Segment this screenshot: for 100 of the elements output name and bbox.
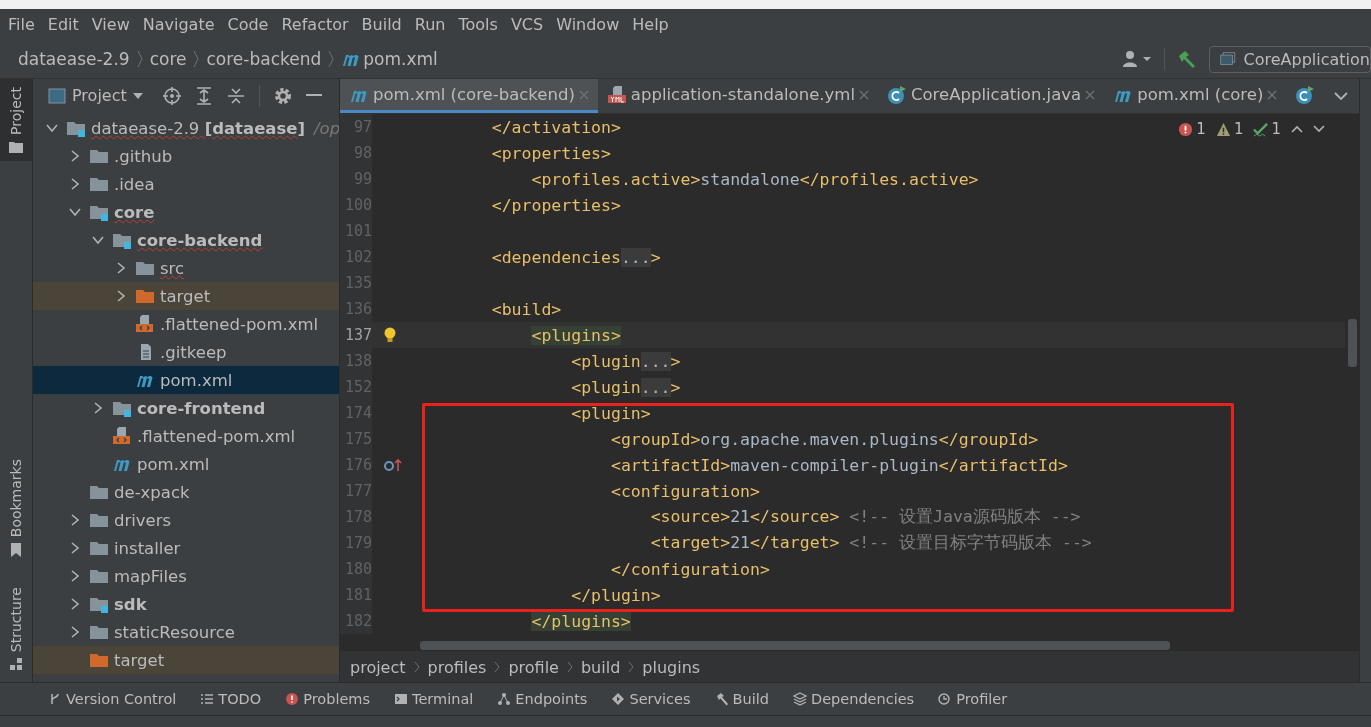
tree-item[interactable]: sdk — [33, 590, 339, 618]
window-icon — [1220, 50, 1236, 68]
tree-item[interactable]: .gitkeep — [33, 338, 339, 366]
editor-tab[interactable]: pom.xml (core-backend) — [340, 79, 598, 113]
folder-icon — [89, 175, 109, 193]
nav-crumb[interactable]: pom.xml — [341, 49, 438, 69]
tool-window-button[interactable]: Terminal — [394, 691, 474, 707]
folder-icon — [89, 567, 109, 585]
menu-item[interactable]: Refactor — [281, 15, 349, 34]
xml-file-icon — [135, 315, 155, 333]
tree-item[interactable]: .idea — [33, 170, 339, 198]
menu-item[interactable]: Code — [227, 15, 269, 34]
tool-window-button[interactable]: Build — [714, 691, 769, 707]
tree-item[interactable]: pom.xml — [33, 450, 339, 478]
tree-item[interactable]: .flattened-pom.xml — [33, 310, 339, 338]
tree-item[interactable]: target — [33, 646, 339, 674]
tree-item[interactable]: .github — [33, 142, 339, 170]
collapse-all-icon[interactable] — [226, 86, 245, 105]
expand-all-icon[interactable] — [194, 86, 213, 105]
user-dropdown-icon[interactable] — [1122, 50, 1152, 68]
side-tab[interactable]: Structure — [0, 578, 32, 678]
module-folder-icon — [89, 595, 109, 613]
tree-item[interactable]: drivers — [33, 506, 339, 534]
run-configuration-name[interactable]: CoreApplication — [1243, 49, 1370, 69]
code-line: </plugin> — [570, 585, 661, 605]
project-view-selector[interactable]: Project — [48, 86, 143, 105]
inspection-counter[interactable]: 1 — [1253, 120, 1281, 138]
chevron-icon — [628, 661, 635, 673]
nav-crumb[interactable]: dataease-2.9 — [18, 49, 130, 69]
chevron-icon — [136, 49, 143, 69]
tree-item[interactable]: pom.xml — [33, 366, 339, 394]
nav-crumb[interactable]: core-backend — [206, 49, 322, 69]
breadcrumb-item[interactable]: build — [580, 657, 621, 677]
menu-item[interactable]: Tools — [458, 15, 498, 34]
class-icon — [887, 85, 907, 104]
tool-window-button[interactable]: Version Control — [48, 691, 177, 707]
menu-item[interactable]: File — [8, 15, 35, 34]
override-marker-icon[interactable] — [384, 458, 402, 472]
tree-item[interactable]: core-backend — [33, 226, 339, 254]
endpoints-icon — [497, 692, 512, 706]
hammer-icon[interactable] — [1177, 49, 1197, 69]
folder-icon — [9, 140, 23, 153]
services-icon — [611, 692, 626, 706]
tree-item[interactable]: de-xpack — [33, 478, 339, 506]
module-folder-icon — [89, 203, 109, 221]
lightbulb-icon[interactable] — [384, 327, 396, 343]
tool-window-button[interactable]: Problems — [285, 691, 371, 707]
tool-window-button[interactable]: Services — [611, 691, 691, 707]
tree-item[interactable]: mapFiles — [33, 562, 339, 590]
breadcrumb-item[interactable]: profiles — [427, 657, 487, 677]
editor-tab[interactable]: application-standalone.yml — [597, 79, 878, 113]
class-icon — [1295, 85, 1316, 104]
tree-item[interactable]: dataease-2.9 [dataease] /op — [33, 114, 339, 142]
menu-item[interactable]: Navigate — [142, 15, 215, 34]
xml-file-icon — [112, 427, 132, 445]
tool-window-button[interactable]: Endpoints — [497, 691, 588, 707]
chevron-icon — [566, 661, 573, 673]
tool-window-button[interactable]: TODO — [200, 691, 262, 707]
path-hint: /op — [314, 118, 339, 138]
menu-item[interactable]: Build — [361, 15, 402, 34]
settings-icon[interactable] — [273, 86, 292, 105]
menu-item[interactable]: Run — [414, 15, 446, 34]
breadcrumb-item[interactable]: project — [350, 657, 406, 677]
folder-icon — [135, 259, 155, 277]
menu-item[interactable]: Window — [556, 15, 620, 34]
menu-item[interactable]: View — [91, 15, 130, 34]
tree-item[interactable]: installer — [33, 534, 339, 562]
module-folder-icon — [112, 231, 132, 249]
editor-tab[interactable]: pom.xml (core) — [1104, 79, 1287, 113]
editor-tab[interactable]: CoreApplication.java — [878, 79, 1105, 113]
folder-icon — [89, 623, 109, 641]
inspection-counter[interactable]: 1 — [1178, 120, 1206, 138]
tree-item[interactable]: staticResource — [33, 618, 339, 646]
breadcrumb-item[interactable]: profile — [508, 657, 559, 677]
locate-icon[interactable] — [162, 86, 181, 105]
menu-item[interactable]: VCS — [510, 15, 544, 34]
inspection-counter[interactable]: 1 — [1215, 120, 1244, 138]
scrollbar-thumb[interactable] — [1348, 319, 1357, 367]
next-icon[interactable] — [1313, 125, 1325, 133]
run-configuration-selector[interactable]: CoreApplication — [1209, 45, 1371, 73]
code-line: </properties> — [490, 195, 621, 215]
tool-window-button[interactable]: Profiler — [938, 691, 1008, 707]
previous-icon[interactable] — [1291, 125, 1303, 133]
code-line: <properties> — [490, 143, 611, 163]
breadcrumb-item[interactable]: plugins — [642, 657, 701, 677]
typo-icon — [1253, 121, 1269, 137]
nav-crumb[interactable]: core — [149, 49, 187, 69]
tree-item[interactable]: src — [33, 254, 339, 282]
chevron-down-icon[interactable] — [1334, 92, 1349, 100]
tree-item[interactable]: target — [33, 282, 339, 310]
side-tab[interactable]: Bookmarks — [0, 450, 32, 565]
tool-window-button[interactable]: Dependencies — [793, 691, 915, 707]
code-line: <plugin> — [570, 403, 651, 423]
menu-item[interactable]: Edit — [47, 15, 79, 34]
tree-item[interactable]: core — [33, 198, 339, 226]
menu-item[interactable]: Help — [632, 15, 669, 34]
scrollbar-thumb[interactable] — [420, 641, 1170, 650]
tree-item[interactable]: .flattened-pom.xml — [33, 422, 339, 450]
side-tab[interactable]: Project — [0, 79, 32, 161]
tree-item[interactable]: core-frontend — [33, 394, 339, 422]
